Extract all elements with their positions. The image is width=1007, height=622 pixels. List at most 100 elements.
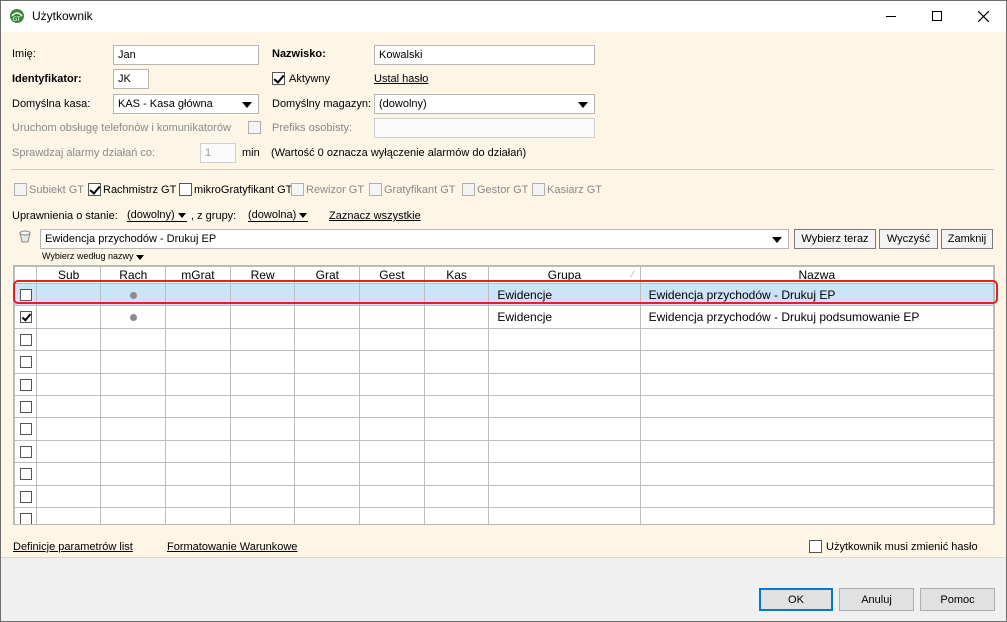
row-checkbox-cell[interactable] — [14, 484, 37, 508]
module-checkbox-6[interactable] — [532, 183, 545, 196]
wybierz-teraz-button[interactable]: Wybierz teraz — [794, 229, 876, 249]
module-cell[interactable] — [229, 462, 296, 486]
pomoc-button[interactable]: Pomoc — [920, 588, 995, 611]
search-select[interactable]: Ewidencja przychodów - Drukuj EP — [40, 229, 789, 249]
stan-select[interactable]: (dowolny) — [127, 209, 187, 222]
nazwa-cell[interactable] — [639, 327, 994, 352]
module-cell[interactable] — [294, 327, 361, 352]
zaznacz-wszystkie-link[interactable]: Zaznacz wszystkie — [329, 210, 421, 222]
row-checkbox[interactable] — [20, 512, 32, 524]
row-checkbox-cell[interactable] — [14, 350, 37, 374]
module-cell[interactable] — [165, 350, 231, 374]
table-row[interactable] — [14, 484, 994, 508]
module-cell[interactable] — [35, 506, 102, 524]
kasa-select[interactable]: KAS - Kasa główna — [113, 94, 259, 114]
alarmy-field[interactable]: 1 — [200, 143, 236, 163]
table-row[interactable] — [14, 417, 994, 441]
module-cell[interactable] — [294, 439, 361, 464]
ustal-haslo-link[interactable]: Ustal hasło — [374, 73, 428, 85]
row-checkbox[interactable] — [20, 356, 32, 369]
telefony-checkbox[interactable] — [248, 121, 261, 134]
maximize-button[interactable] — [914, 1, 960, 31]
grupa-cell[interactable] — [488, 350, 641, 374]
column-header-1[interactable]: Sub — [35, 266, 102, 284]
module-cell[interactable] — [359, 462, 425, 486]
module-cell[interactable] — [423, 394, 490, 419]
nazwa-cell[interactable] — [639, 394, 994, 419]
module-cell[interactable] — [423, 327, 490, 352]
module-cell[interactable] — [359, 394, 425, 419]
module-cell[interactable] — [35, 484, 102, 508]
row-checkbox[interactable] — [20, 333, 32, 346]
row-checkbox-cell[interactable] — [14, 305, 37, 329]
module-cell[interactable] — [423, 282, 490, 307]
grupa-cell[interactable] — [488, 506, 641, 524]
module-cell[interactable] — [359, 327, 425, 352]
module-checkbox-1[interactable] — [88, 183, 101, 196]
module-cell[interactable] — [229, 372, 296, 396]
module-cell[interactable] — [423, 305, 490, 329]
grupa-cell[interactable] — [488, 484, 641, 508]
module-checkbox-3[interactable] — [291, 183, 304, 196]
zamknij-button[interactable]: Zamknij — [941, 229, 993, 249]
column-header-8[interactable]: Grupa ⁄ — [488, 266, 641, 284]
module-cell[interactable] — [100, 394, 167, 419]
module-checkbox-4[interactable] — [369, 183, 382, 196]
module-cell[interactable] — [423, 439, 490, 464]
nazwisko-field[interactable]: Kowalski — [374, 45, 595, 65]
module-checkbox-0[interactable] — [14, 183, 27, 196]
module-cell[interactable] — [35, 282, 102, 307]
module-cell[interactable] — [359, 350, 425, 374]
module-cell[interactable] — [423, 372, 490, 396]
musi-zmienic-checkbox[interactable] — [809, 540, 822, 553]
module-cell[interactable] — [423, 417, 490, 441]
column-header-7[interactable]: Kas — [423, 266, 490, 284]
row-checkbox-cell[interactable] — [14, 282, 37, 307]
column-header-2[interactable]: Rach — [100, 266, 167, 284]
table-row[interactable]: Ewidencje Ewidencja przychodów - Drukuj E… — [14, 282, 994, 307]
close-button[interactable] — [960, 1, 1006, 31]
module-cell[interactable] — [229, 417, 296, 441]
eraser-icon[interactable] — [17, 230, 33, 244]
module-cell[interactable] — [165, 506, 231, 524]
row-checkbox[interactable] — [20, 311, 32, 324]
module-cell[interactable] — [100, 282, 167, 307]
column-header-6[interactable]: Gest — [359, 266, 425, 284]
module-cell[interactable] — [359, 417, 425, 441]
column-header-3[interactable]: mGrat — [165, 266, 231, 284]
imie-field[interactable]: Jan — [113, 45, 259, 65]
module-cell[interactable] — [294, 462, 361, 486]
module-cell[interactable] — [165, 462, 231, 486]
module-cell[interactable] — [229, 305, 296, 329]
module-cell[interactable] — [359, 305, 425, 329]
table-row[interactable] — [14, 350, 994, 374]
identyfikator-field[interactable]: JK — [113, 69, 149, 89]
grupa-cell[interactable]: Ewidencje — [488, 305, 641, 329]
table-row[interactable] — [14, 462, 994, 486]
row-checkbox[interactable] — [20, 289, 32, 301]
module-cell[interactable] — [35, 327, 102, 352]
module-cell[interactable] — [359, 506, 425, 524]
column-header-5[interactable]: Grat — [294, 266, 361, 284]
column-header-9[interactable]: Nazwa — [639, 266, 994, 284]
row-checkbox[interactable] — [20, 400, 32, 413]
module-cell[interactable] — [35, 394, 102, 419]
grupa-cell[interactable] — [488, 372, 641, 396]
formatowanie-link[interactable]: Formatowanie Warunkowe — [167, 541, 297, 553]
module-cell[interactable] — [100, 327, 167, 352]
row-checkbox[interactable] — [20, 468, 32, 481]
module-cell[interactable] — [165, 417, 231, 441]
nazwa-cell[interactable] — [639, 372, 994, 396]
module-cell[interactable] — [359, 484, 425, 508]
table-row[interactable] — [14, 372, 994, 396]
module-cell[interactable] — [100, 305, 167, 329]
module-cell[interactable] — [165, 327, 231, 352]
nazwa-cell[interactable]: Ewidencja przychodów - Drukuj EP — [639, 282, 994, 307]
module-cell[interactable] — [294, 417, 361, 441]
row-checkbox-cell[interactable] — [14, 372, 37, 396]
module-cell[interactable] — [229, 394, 296, 419]
table-row[interactable]: Ewidencje Ewidencja przychodów - Drukuj p… — [14, 305, 994, 329]
prefiks-field[interactable] — [374, 118, 595, 138]
module-cell[interactable] — [229, 484, 296, 508]
module-cell[interactable] — [229, 506, 296, 524]
